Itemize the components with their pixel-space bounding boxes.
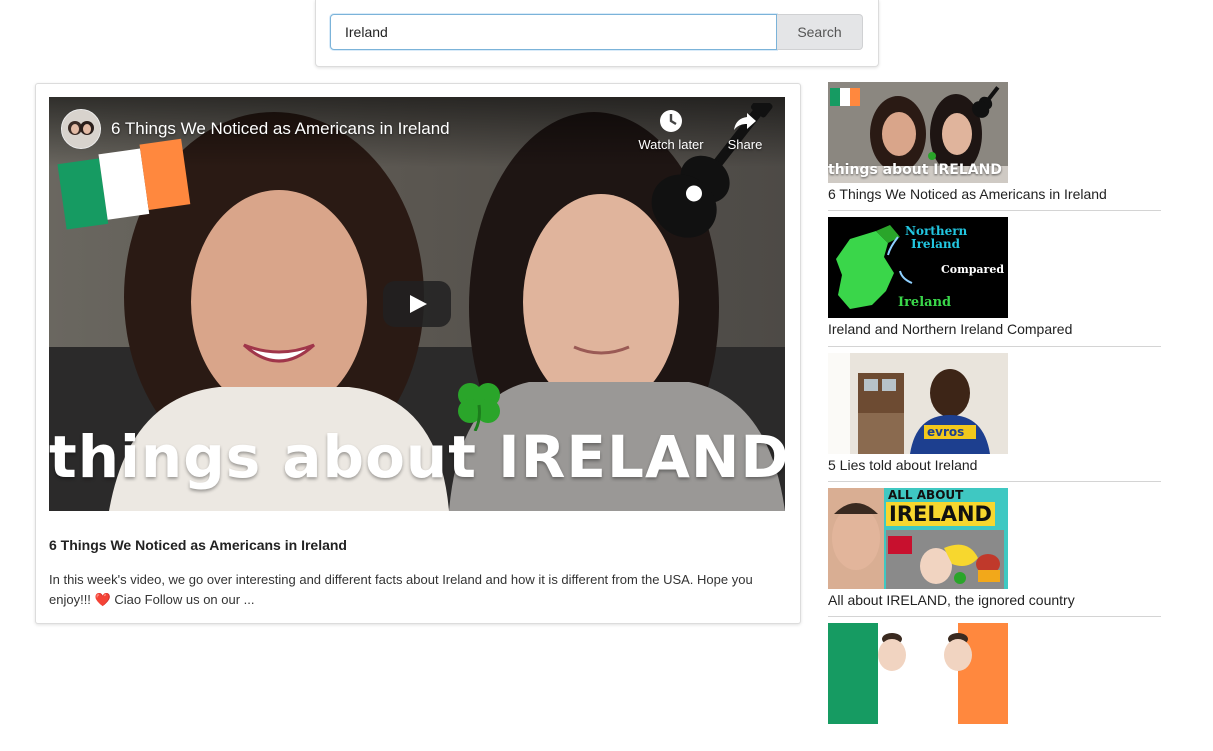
thumbnail-overlay-text: things about IRELAND [49,423,785,491]
thumbnail-label: Compared [941,263,1005,276]
player-title[interactable]: 6 Things We Noticed as Americans in Irel… [111,119,450,139]
related-video-title[interactable]: Ireland and Northern Ireland Compared [828,321,1072,337]
main-video-title[interactable]: 6 Things We Noticed as Americans in Irel… [49,537,347,553]
thumbnail-label: Ireland [898,295,952,310]
thumbnail-label: ALL ABOUT [888,488,964,502]
related-video-item[interactable] [828,623,1161,751]
thumbnail-label: Ireland [911,237,961,251]
video-thumbnail[interactable]: ALL ABOUT IRELAND [828,488,1008,589]
share-button[interactable]: Share [709,107,781,152]
main-video-description: In this week's video, we go over interes… [49,572,753,607]
related-video-item[interactable]: evros 5 Lies told about Ireland [828,353,1161,482]
video-thumbnail[interactable]: things about IRELAND [828,82,1008,183]
thumbnail-label: evros [927,425,965,439]
share-arrow-icon [709,107,781,135]
main-video-card: 6 Things We Noticed as Americans in Irel… [35,83,801,624]
video-thumbnail[interactable]: Northern Ireland Compared Ireland [828,217,1008,318]
channel-avatar[interactable] [61,109,101,149]
related-video-title[interactable]: 6 Things We Noticed as Americans in Irel… [828,186,1107,202]
watch-later-button[interactable]: Watch later [635,107,707,152]
search-button[interactable]: Search [777,14,863,50]
related-video-title[interactable]: 5 Lies told about Ireland [828,457,977,473]
clock-icon [635,107,707,135]
search-bar: Search [315,0,879,67]
thumbnail-label: Northern [905,224,968,238]
play-button[interactable] [383,281,451,327]
related-video-title[interactable]: All about IRELAND, the ignored country [828,592,1075,608]
watch-later-label: Watch later [638,137,704,152]
related-video-item[interactable]: Northern Ireland Compared Ireland Irelan… [828,217,1161,347]
video-thumbnail[interactable]: evros [828,353,1008,454]
related-video-item[interactable]: things about IRELAND 6 Things We Noticed… [828,82,1161,211]
video-player[interactable]: 6 Things We Noticed as Americans in Irel… [49,97,785,511]
related-video-item[interactable]: ALL ABOUT IRELAND All about IRELAND, the… [828,488,1161,617]
thumbnail-label: IRELAND [886,502,995,526]
video-thumbnail[interactable] [828,623,1008,724]
search-input[interactable] [330,14,777,50]
share-label: Share [727,137,763,152]
irish-flag-icon [57,138,191,230]
thumbnail-overlay-text: things about IRELAND [828,162,1002,178]
